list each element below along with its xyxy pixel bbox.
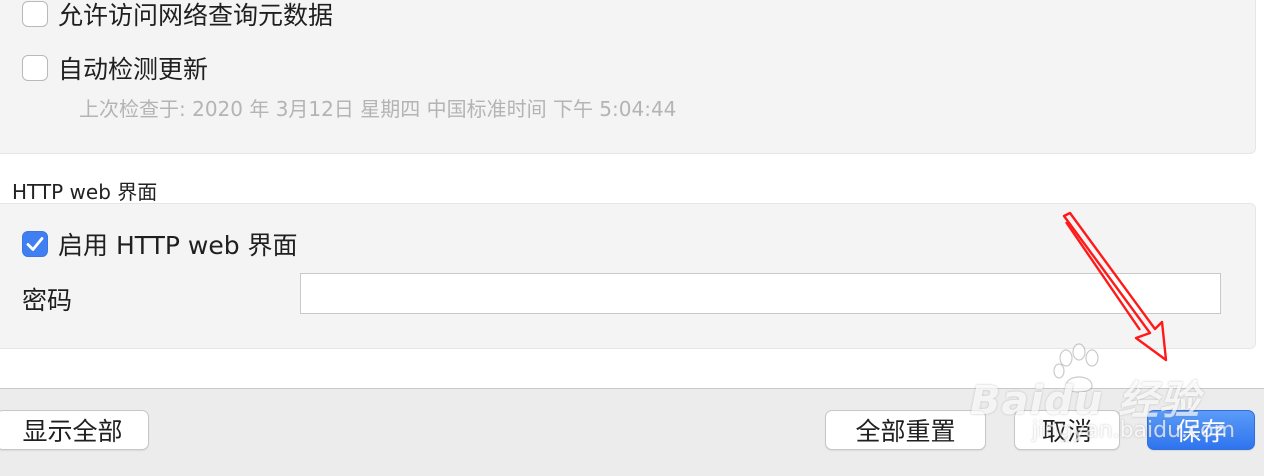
preferences-window: 允许访问网络查询元数据 自动检测更新 上次检查于: 2020 年 3月12日 星… [0,0,1264,476]
last-check-text: 上次检查于: 2020 年 3月12日 星期四 中国标准时间 下午 5:04:4… [79,97,677,121]
enable-http-web-row[interactable]: 启用 HTTP web 界面 [22,226,298,262]
reset-all-button[interactable]: 全部重置 [825,410,986,450]
http-web-section-title: HTTP web 界面 [12,180,158,204]
allow-network-metadata-label: 允许访问网络查询元数据 [58,1,334,30]
auto-update-row[interactable]: 自动检测更新 [22,50,208,86]
enable-http-web-checkbox[interactable] [22,231,48,257]
allow-network-metadata-checkbox[interactable] [22,1,48,27]
allow-network-metadata-row[interactable]: 允许访问网络查询元数据 [22,0,333,32]
cancel-button[interactable]: 取消 [1014,410,1120,450]
password-field[interactable] [300,273,1221,314]
password-label: 密码 [22,286,73,315]
button-bar: 显示全部 全部重置 取消 保存 [0,388,1264,476]
enable-http-web-label: 启用 HTTP web 界面 [58,231,298,260]
checkmark-icon [26,237,44,251]
auto-update-checkbox[interactable] [22,55,48,81]
show-all-button[interactable]: 显示全部 [0,410,149,450]
save-button[interactable]: 保存 [1147,410,1255,450]
auto-update-label: 自动检测更新 [58,55,209,84]
